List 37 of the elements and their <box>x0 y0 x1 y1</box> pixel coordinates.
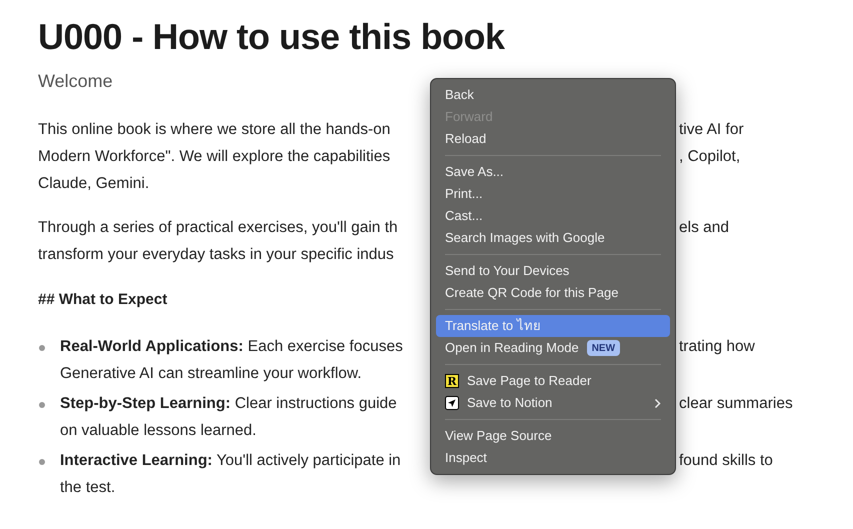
menu-item[interactable]: Inspect <box>436 447 670 469</box>
menu-item[interactable]: Print... <box>436 183 670 205</box>
bullet-text: clear summaries <box>679 394 793 414</box>
section-heading: ## What to Expect <box>38 290 168 310</box>
bullet-text: on valuable lessons learned. <box>60 422 256 440</box>
menu-item[interactable]: Translate to ไทย <box>436 315 670 337</box>
bullet-text: the test. <box>60 479 116 496</box>
menu-item[interactable]: Reload <box>436 128 670 150</box>
menu-item[interactable]: Create QR Code for this Page <box>436 282 670 304</box>
paragraph-text: Through a series of practical exercises, you'll gain th <box>38 218 398 236</box>
paragraph-text: This online book is where we store all the hands-on <box>38 120 390 138</box>
menu-item[interactable]: Save to Notion <box>436 392 670 414</box>
paragraph-text: transform your everyday tasks in your specific indus <box>38 246 394 263</box>
paragraph-text: els and <box>679 218 729 238</box>
bullet-text: found skills to <box>679 451 773 472</box>
bullet-text: Interactive Learning: You'll actively participate in <box>60 452 401 470</box>
paragraph-text: tive AI for <box>679 120 744 140</box>
menu-item[interactable]: Send to Your Devices <box>436 260 670 282</box>
bullet-text: Real-World Applications: Each exercise focuses <box>60 338 403 356</box>
menu-item[interactable]: R Save Page to Reader <box>436 370 670 392</box>
bullet-text: Generative AI can streamline your workflow. <box>60 365 362 382</box>
menu-item[interactable]: Cast... <box>436 205 670 227</box>
menu-item[interactable]: Back <box>436 84 670 106</box>
page-title: U000 - How to use this book <box>38 15 506 59</box>
menu-item[interactable]: View Page Source <box>436 425 670 447</box>
menu-item[interactable]: Open in Reading Mode NEW <box>436 337 670 359</box>
reader-icon: R <box>445 374 459 388</box>
menu-item[interactable]: Search Images with Google <box>436 227 670 249</box>
page-subtitle: Welcome <box>38 70 114 93</box>
paragraph-text: Modern Workforce". We will explore the capabilities <box>38 148 390 165</box>
paragraph-text: Claude, Gemini. <box>38 174 150 192</box>
menu-item[interactable]: Save As... <box>436 161 670 183</box>
bullet-text: trating how <box>679 337 755 358</box>
new-badge: NEW <box>586 340 620 356</box>
bullet-text: Step-by-Step Learning: Clear instructions guide <box>60 395 397 412</box>
paragraph-text: , Copilot, <box>679 146 740 167</box>
paper-plane-icon <box>445 396 459 410</box>
